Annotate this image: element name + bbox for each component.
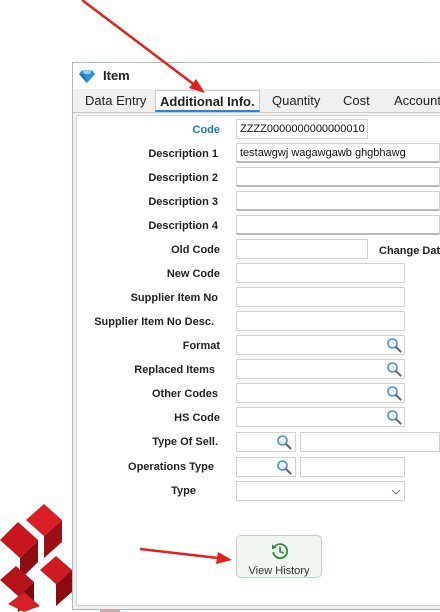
operations-type-description-field xyxy=(300,457,405,477)
other-codes-label: Other Codes xyxy=(151,388,218,400)
operations-type-search-icon[interactable] xyxy=(276,459,292,475)
code-label: Code xyxy=(192,124,221,136)
replaced-items-field[interactable] xyxy=(236,359,405,379)
tab-data-entry[interactable]: Data Entry xyxy=(85,93,146,108)
replaced-items-search-icon[interactable] xyxy=(386,361,402,377)
view-history-label: View History xyxy=(248,565,310,577)
hs-code-field[interactable] xyxy=(236,407,405,427)
type-label: Type xyxy=(171,485,196,497)
description2-label: Description 2 xyxy=(148,172,218,184)
window-title: Item xyxy=(103,68,130,83)
supplier-item-no-field[interactable] xyxy=(236,287,405,307)
type-of-sell-description-field xyxy=(300,432,440,452)
other-codes-search-icon[interactable] xyxy=(386,385,402,401)
supplier-item-desc-field[interactable] xyxy=(236,311,405,331)
hs-code-label: HS Code xyxy=(174,412,220,424)
change-date-label: Change Date xyxy=(379,245,440,257)
diamond-icon xyxy=(79,70,95,83)
description4-field[interactable] xyxy=(236,215,440,235)
history-clock-icon xyxy=(272,543,289,560)
description1-label: Description 1 xyxy=(148,148,218,160)
description3-label: Description 3 xyxy=(148,196,218,208)
description2-field[interactable] xyxy=(236,167,440,187)
new-code-field[interactable] xyxy=(236,263,405,283)
replaced-items-label: Replaced Items xyxy=(134,364,215,376)
tab-bar: Data Entry Additional Info. Quantity Cos… xyxy=(73,90,440,113)
tab-quantity[interactable]: Quantity xyxy=(272,93,320,108)
tab-cost[interactable]: Cost xyxy=(343,93,370,108)
tab-accounts[interactable]: Accounts xyxy=(394,93,440,108)
format-search-icon[interactable] xyxy=(386,337,402,353)
old-code-field[interactable] xyxy=(236,239,368,259)
other-codes-field[interactable] xyxy=(236,383,405,403)
type-of-sell-label: Type Of Sell. xyxy=(152,436,218,448)
hs-code-search-icon[interactable] xyxy=(386,409,402,425)
operations-type-label: Operations Type xyxy=(128,461,214,473)
type-dropdown[interactable] xyxy=(236,481,405,501)
format-field[interactable] xyxy=(236,335,405,355)
description3-field[interactable] xyxy=(236,191,440,211)
old-code-label: Old Code xyxy=(171,244,220,256)
new-code-label: New Code xyxy=(166,268,220,280)
chevron-down-icon[interactable] xyxy=(391,487,401,497)
supplier-item-desc-label: Supplier Item No Desc. xyxy=(94,316,214,328)
format-label: Format xyxy=(182,340,220,352)
description1-field[interactable]: testawgwj wagawgawb ghgbhawg xyxy=(236,143,440,163)
tab-additional-info[interactable]: Additional Info. xyxy=(155,90,260,112)
type-of-sell-search-icon[interactable] xyxy=(276,434,292,450)
code-field[interactable]: ZZZZ0000000000000010 xyxy=(236,119,368,139)
title-bar: Item xyxy=(73,63,440,89)
supplier-item-no-label: Supplier Item No xyxy=(130,292,218,304)
view-history-button[interactable]: View History xyxy=(236,535,322,578)
description4-label: Description 4 xyxy=(148,220,218,232)
